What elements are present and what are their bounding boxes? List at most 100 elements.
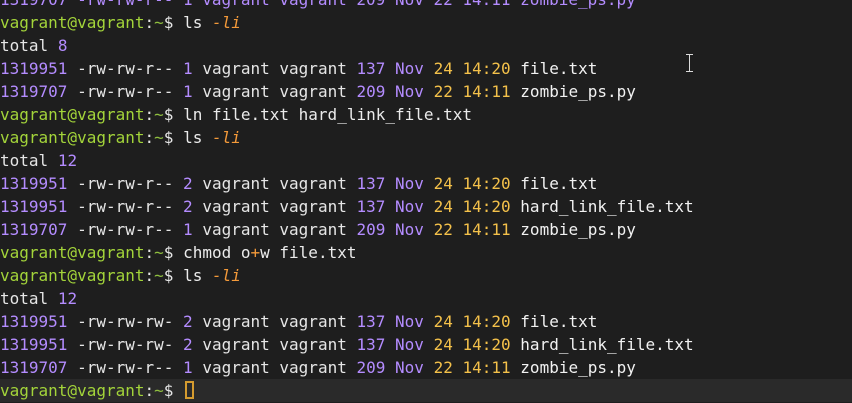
- file-name: zombie_ps.py: [520, 220, 636, 239]
- command-line: vagrant@vagrant:~$ ls -li: [0, 264, 852, 287]
- prompt-user-host: vagrant@vagrant: [0, 128, 145, 147]
- file-group: vagrant: [279, 174, 347, 193]
- prompt-directory: ~: [154, 243, 164, 262]
- prompt-user-host: vagrant@vagrant: [0, 381, 145, 400]
- file-size: 137: [356, 174, 386, 193]
- file-name: file.txt: [520, 312, 598, 331]
- file-name: zombie_ps.py: [520, 358, 636, 377]
- file-size: 209: [356, 82, 386, 101]
- file-owner: vagrant: [202, 197, 270, 216]
- inode-number: 1319951: [0, 335, 68, 354]
- command-line: vagrant@vagrant:~$ ls -li: [0, 126, 852, 149]
- file-day: 24: [433, 197, 453, 216]
- file-group: vagrant: [279, 335, 347, 354]
- inode-number: 1319951: [0, 174, 68, 193]
- command-text: ls: [183, 13, 203, 32]
- file-listing-row: 1319707 -rw-rw-r-- 1 vagrant vagrant 209…: [0, 218, 852, 241]
- file-month: Nov: [395, 59, 424, 78]
- output-line-partial: 1319707 -rw-rw-r-- 1 vagrant vagrant 209…: [0, 0, 852, 11]
- file-group: vagrant: [279, 358, 347, 377]
- file-month: Nov: [395, 82, 424, 101]
- file-group: vagrant: [279, 82, 347, 101]
- inode-number: 1319951: [0, 312, 68, 331]
- prompt-directory: ~: [154, 266, 164, 285]
- prompt-separator: :: [144, 105, 155, 124]
- file-permissions: -rw-rw-r--: [77, 59, 174, 78]
- link-count: 1: [183, 82, 193, 101]
- inode-number: 1319951: [0, 197, 68, 216]
- file-time: 14:20: [462, 59, 511, 78]
- file-permissions: -rw-rw-r--: [77, 197, 174, 216]
- file-size: 137: [356, 335, 386, 354]
- file-name: file.txt: [520, 174, 598, 193]
- command-operator: +: [250, 243, 261, 262]
- file-day: 24: [433, 174, 453, 193]
- file-name: zombie_ps.py: [520, 82, 636, 101]
- file-day: 22: [433, 82, 453, 101]
- prompt-dollar: $: [163, 243, 174, 262]
- prompt-dollar: $: [163, 13, 174, 32]
- file-month: Nov: [395, 197, 424, 216]
- file-time: 14:20: [462, 335, 511, 354]
- file-size: 137: [356, 197, 386, 216]
- total-value: 12: [57, 289, 78, 308]
- command-flag: -li: [211, 128, 241, 147]
- file-month: Nov: [395, 335, 424, 354]
- prompt-directory: ~: [154, 13, 164, 32]
- file-size: 137: [356, 312, 386, 331]
- prompt-directory: ~: [154, 105, 164, 124]
- command-line: vagrant@vagrant:~$ ln file.txt hard_link…: [0, 103, 852, 126]
- file-permissions: -rw-rw-rw-: [77, 335, 174, 354]
- link-count: 1: [183, 220, 193, 239]
- file-day: 24: [433, 312, 453, 331]
- file-time: 14:11: [462, 220, 511, 239]
- prompt-user-host: vagrant@vagrant: [0, 105, 145, 124]
- file-day: 22: [433, 220, 453, 239]
- prompt-separator: :: [144, 243, 155, 262]
- text-ibeam-icon: [686, 54, 694, 72]
- file-day: 24: [433, 335, 453, 354]
- file-time: 14:20: [462, 174, 511, 193]
- file-group: vagrant: [279, 312, 347, 331]
- file-listing-row: 1319951 -rw-rw-r-- 2 vagrant vagrant 137…: [0, 195, 852, 218]
- file-listing-row: 1319951 -rw-rw-rw- 2 vagrant vagrant 137…: [0, 333, 852, 356]
- file-listing-row: 1319951 -rw-rw-r-- 1 vagrant vagrant 137…: [0, 57, 852, 80]
- file-permissions: -rw-rw-rw-: [77, 312, 174, 331]
- cursor-block-icon: [185, 381, 195, 399]
- file-listing-row: 1319951 -rw-rw-r-- 2 vagrant vagrant 137…: [0, 172, 852, 195]
- prompt-dollar: $: [163, 128, 174, 147]
- inode-number: 1319707: [0, 82, 68, 101]
- file-owner: vagrant: [202, 220, 270, 239]
- link-count: 2: [183, 174, 193, 193]
- prompt-separator: :: [144, 13, 155, 32]
- file-size: 209: [356, 358, 386, 377]
- file-group: vagrant: [279, 197, 347, 216]
- terminal-output[interactable]: 1319707 -rw-rw-r-- 1 vagrant vagrant 209…: [0, 0, 852, 402]
- file-month: Nov: [395, 358, 424, 377]
- total-line: total 12: [0, 149, 852, 172]
- file-time: 14:11: [462, 358, 511, 377]
- file-month: Nov: [395, 220, 424, 239]
- file-name: hard_link_file.txt: [520, 197, 694, 216]
- inode-number: 1319707: [0, 358, 68, 377]
- total-label: total: [0, 36, 49, 55]
- link-count: 2: [183, 197, 193, 216]
- prompt-user-host: vagrant@vagrant: [0, 266, 145, 285]
- command-line: vagrant@vagrant:~$ chmod o+w file.txt: [0, 241, 852, 264]
- total-line: total 12: [0, 287, 852, 310]
- link-count: 1: [183, 59, 193, 78]
- prompt-dollar: $: [163, 266, 174, 285]
- file-owner: vagrant: [202, 174, 270, 193]
- active-prompt-line[interactable]: vagrant@vagrant:~$: [0, 379, 852, 402]
- file-month: Nov: [395, 312, 424, 331]
- command-text: ls: [183, 128, 203, 147]
- file-group: vagrant: [279, 59, 347, 78]
- file-permissions: -rw-rw-r--: [77, 82, 174, 101]
- link-count: 1: [183, 358, 193, 377]
- inode-number: 1319707: [0, 220, 68, 239]
- file-permissions: -rw-rw-r--: [77, 220, 174, 239]
- prompt-user-host: vagrant@vagrant: [0, 243, 145, 262]
- prompt-user-host: vagrant@vagrant: [0, 13, 145, 32]
- prompt-directory: ~: [154, 381, 164, 400]
- prompt-directory: ~: [154, 128, 164, 147]
